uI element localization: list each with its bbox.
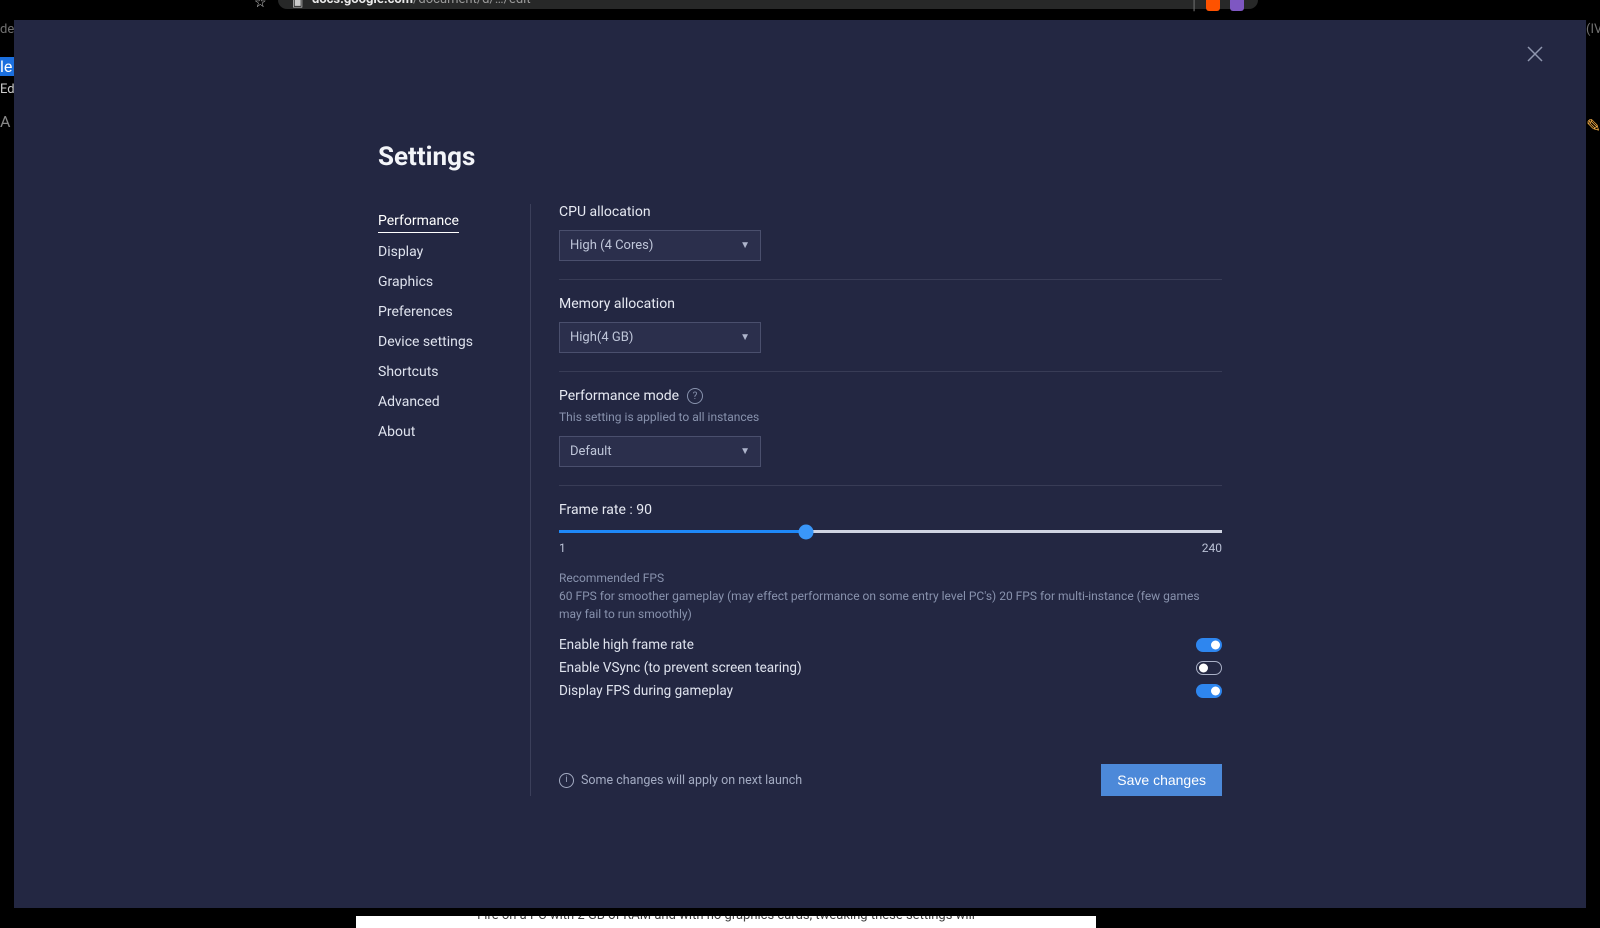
sidebar-item-preferences[interactable]: Preferences xyxy=(378,297,453,327)
bg-fragment: (IV xyxy=(1586,22,1600,37)
cpu-select-value: High (4 Cores) xyxy=(570,238,653,253)
rec-fps-title: Recommended FPS xyxy=(559,569,1222,587)
toggle-row-vsync: Enable VSync (to prevent screen tearing) xyxy=(559,660,1222,676)
settings-modal: Settings Performance Display Graphics Pr… xyxy=(14,20,1586,908)
close-icon xyxy=(1527,46,1543,62)
slider-max: 240 xyxy=(1202,541,1222,555)
memory-label: Memory allocation xyxy=(559,296,1222,312)
ext-icon-purple xyxy=(1230,0,1244,11)
ext-icon-orange xyxy=(1206,0,1220,11)
toggle-high-fps[interactable] xyxy=(1196,638,1222,652)
toggle-display-fps[interactable] xyxy=(1196,684,1222,698)
footer-row: i Some changes will apply on next launch… xyxy=(559,764,1222,796)
toggle-vsync[interactable] xyxy=(1196,661,1222,675)
cpu-select[interactable]: High (4 Cores) ▼ xyxy=(559,230,761,261)
bg-fragment: le xyxy=(0,57,14,76)
cpu-section: CPU allocation High (4 Cores) ▼ xyxy=(559,204,1222,280)
footer-note: i Some changes will apply on next launch xyxy=(559,773,802,788)
sidebar-item-device-settings[interactable]: Device settings xyxy=(378,327,473,357)
memory-section: Memory allocation High(4 GB) ▼ xyxy=(559,296,1222,372)
page-title: Settings xyxy=(378,142,1222,172)
toggle-label-high-fps: Enable high frame rate xyxy=(559,637,694,653)
slider-thumb[interactable] xyxy=(798,524,813,539)
site-icon: ▣ xyxy=(292,0,303,9)
chevron-down-icon: ▼ xyxy=(740,446,750,457)
browser-url-bar: ☆ ▣ docs.google.com/document/d/…/edit | xyxy=(278,0,1258,9)
chevron-down-icon: ▼ xyxy=(740,332,750,343)
framerate-section: Frame rate : 90 1 240 Recommended xyxy=(559,502,1222,724)
url-right-icons: | xyxy=(1192,0,1244,13)
settings-content: Settings Performance Display Graphics Pr… xyxy=(378,142,1222,868)
perfmode-label: Performance mode ? xyxy=(559,388,1222,404)
toggle-label-display-fps: Display FPS during gameplay xyxy=(559,683,733,699)
sidebar-item-graphics[interactable]: Graphics xyxy=(378,267,433,297)
sidebar-item-display[interactable]: Display xyxy=(378,237,423,267)
memory-select[interactable]: High(4 GB) ▼ xyxy=(559,322,761,353)
perfmode-select-value: Default xyxy=(570,444,612,459)
bg-fragment: Edi xyxy=(0,82,14,97)
sidebar-item-advanced[interactable]: Advanced xyxy=(378,387,440,417)
edit-pencil-icon: ✎ xyxy=(1586,116,1600,134)
rec-fps-text: 60 FPS for smoother gameplay (may effect… xyxy=(559,587,1222,623)
toggle-label-vsync: Enable VSync (to prevent screen tearing) xyxy=(559,660,802,676)
bg-doc-peek: Fire on a PC with 2 GB of RAM and with n… xyxy=(356,916,1096,928)
perfmode-section: Performance mode ? This setting is appli… xyxy=(559,388,1222,486)
perfmode-select[interactable]: Default ▼ xyxy=(559,436,761,467)
close-button[interactable] xyxy=(1527,46,1547,66)
url-text: docs.google.com/document/d/…/edit xyxy=(312,0,531,7)
sidebar-item-performance[interactable]: Performance xyxy=(378,206,459,233)
bookmark-star-icon: ☆ xyxy=(254,0,267,11)
memory-select-value: High(4 GB) xyxy=(570,330,633,345)
help-icon[interactable]: ? xyxy=(687,388,703,404)
settings-main: CPU allocation High (4 Cores) ▼ Memory a… xyxy=(531,204,1222,796)
save-changes-button[interactable]: Save changes xyxy=(1101,764,1222,796)
framerate-slider[interactable]: 1 240 xyxy=(559,530,1222,555)
bg-fragment: de ( xyxy=(0,22,14,37)
cpu-label: CPU allocation xyxy=(559,204,1222,220)
perfmode-hint: This setting is applied to all instances xyxy=(559,408,1222,426)
settings-sidebar: Performance Display Graphics Preferences… xyxy=(378,204,531,796)
info-icon: i xyxy=(559,773,574,788)
chevron-down-icon: ▼ xyxy=(740,240,750,251)
sidebar-item-about[interactable]: About xyxy=(378,417,415,447)
bg-fragment: A xyxy=(0,112,14,131)
framerate-label: Frame rate : 90 xyxy=(559,502,1222,518)
toggle-row-high-fps: Enable high frame rate xyxy=(559,637,1222,653)
toggle-row-display-fps: Display FPS during gameplay xyxy=(559,683,1222,699)
sidebar-item-shortcuts[interactable]: Shortcuts xyxy=(378,357,439,387)
slider-min: 1 xyxy=(559,541,566,555)
